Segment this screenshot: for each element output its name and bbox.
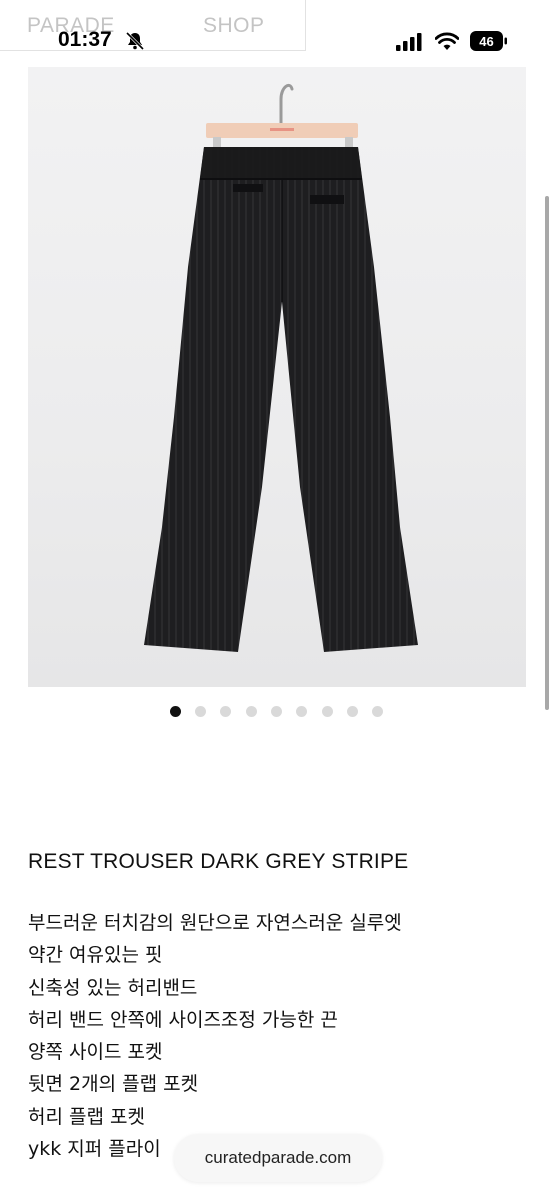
carousel-dot[interactable]: [322, 706, 333, 717]
product-image-carousel[interactable]: [28, 67, 526, 687]
product-photo: [144, 83, 418, 652]
wifi-icon: [435, 32, 459, 50]
status-time: 01:37: [58, 28, 112, 51]
bell-slash-icon: [125, 31, 145, 51]
address-bar-url: curatedparade.com: [204, 1148, 352, 1167]
description-line: 양쪽 사이드 포켓: [28, 1041, 163, 1064]
product-description: 부드러운 터치감의 원단으로 자연스러운 실루엣 약간 여유있는 핏 신축성 있…: [28, 907, 402, 1165]
carousel-indicator: [0, 704, 554, 720]
description-line: 허리 밴드 안쪽에 사이즈조정 가능한 끈: [28, 1008, 338, 1031]
battery-level: 46: [479, 34, 493, 49]
description-line: 허리 플랩 포켓: [28, 1105, 145, 1128]
product-title: REST TROUSER DARK GREY STRIPE: [28, 850, 409, 873]
carousel-dot[interactable]: [170, 706, 181, 717]
description-line: 신축성 있는 허리밴드: [28, 976, 198, 999]
battery-icon: 46: [470, 31, 507, 51]
description-line: 부드러운 터치감의 원단으로 자연스러운 실루엣: [28, 912, 402, 934]
carousel-dot[interactable]: [271, 706, 282, 717]
description-line: 뒷면 2개의 플랩 포켓: [28, 1073, 199, 1096]
trousers: [144, 147, 418, 652]
carousel-dot[interactable]: [372, 706, 383, 717]
carousel-dot[interactable]: [347, 706, 358, 717]
cellular-signal-icon: [396, 33, 422, 51]
carousel-dot[interactable]: [195, 706, 206, 717]
carousel-dot[interactable]: [220, 706, 231, 717]
browser-address-bar[interactable]: curatedparade.com: [174, 1134, 382, 1182]
description-line: 약간 여유있는 핏: [28, 944, 163, 967]
status-bar: 01:37 46: [0, 0, 554, 60]
carousel-dot[interactable]: [296, 706, 307, 717]
scrollbar[interactable]: [545, 196, 549, 710]
carousel-dot[interactable]: [246, 706, 257, 717]
hanger-hook: [279, 83, 294, 127]
